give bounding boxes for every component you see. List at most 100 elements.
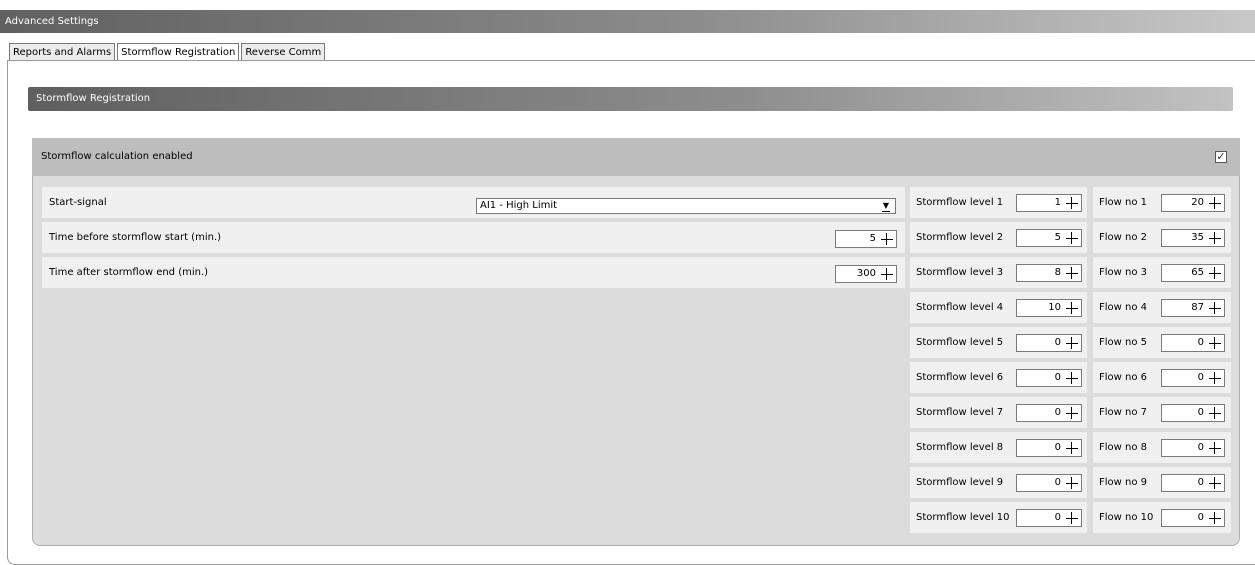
tab-reports-and-alarms[interactable]: Reports and Alarms [9,43,116,61]
flow-no-label: Flow no 6 [1099,372,1148,383]
flow-no-value: 35 [1191,232,1204,243]
stormflow-level-value: 0 [1054,337,1061,348]
flow-no-label: Flow no 10 [1099,512,1154,523]
spin-arrows-icon[interactable] [1207,371,1223,385]
spin-arrows-icon[interactable] [1207,441,1223,455]
stormflow-level-value: 0 [1054,407,1061,418]
spin-arrows-icon[interactable] [1064,231,1080,245]
spin-arrows-icon[interactable] [879,267,895,281]
spin-arrows-icon[interactable] [1207,476,1223,490]
stormflow-level-label: Stormflow level 6 [916,372,1004,383]
stormflow-level-value: 5 [1054,232,1061,243]
time-after-value: 300 [856,268,876,279]
time-after-row: Time after stormflow end (min.) [42,257,905,288]
flow-no-value: 20 [1191,197,1204,208]
spin-arrows-icon[interactable] [1207,301,1223,315]
spin-arrows-icon[interactable] [1064,301,1080,315]
stormflow-level-spinner[interactable]: 0 [1016,439,1082,457]
stormflow-level-label: Stormflow level 2 [916,232,1004,243]
stormflow-level-label: Stormflow level 5 [916,337,1004,348]
flow-no-spinner[interactable]: 35 [1161,229,1225,247]
stormflow-level-spinner[interactable]: 5 [1016,229,1082,247]
stormflow-level-spinner[interactable]: 0 [1016,474,1082,492]
time-after-spinner[interactable]: 300 [835,265,897,283]
stormflow-level-label: Stormflow level 1 [916,197,1004,208]
stormflow-level-label: Stormflow level 3 [916,267,1004,278]
flow-no-spinner[interactable]: 0 [1161,404,1225,422]
spin-arrows-icon[interactable] [879,232,895,246]
spin-arrows-icon[interactable] [1064,371,1080,385]
flow-no-label: Flow no 1 [1099,197,1148,208]
time-before-row: Time before stormflow start (min.) [42,222,905,253]
section-header: Stormflow Registration [28,87,1233,111]
flow-no-label: Flow no 3 [1099,267,1148,278]
spin-arrows-icon[interactable] [1207,406,1223,420]
spin-arrows-icon[interactable] [1064,196,1080,210]
flow-no-spinner[interactable]: 0 [1161,334,1225,352]
time-before-label: Time before stormflow start (min.) [49,232,222,243]
stormflow-level-spinner[interactable]: 0 [1016,404,1082,422]
start-signal-value: AI1 - High Limit [480,200,558,211]
flow-no-value: 0 [1197,372,1204,383]
window-title: Advanced Settings [0,10,1255,33]
stormflow-level-spinner[interactable]: 10 [1016,299,1082,317]
spin-arrows-icon[interactable] [1064,266,1080,280]
stormflow-level-value: 0 [1054,512,1061,523]
flow-no-spinner[interactable]: 20 [1161,194,1225,212]
spin-arrows-icon[interactable] [1064,441,1080,455]
time-before-value: 5 [869,233,876,244]
spin-arrows-icon[interactable] [1207,231,1223,245]
stormflow-level-value: 0 [1054,372,1061,383]
flow-no-value: 0 [1197,477,1204,488]
stormflow-level-spinner[interactable]: 0 [1016,334,1082,352]
spin-arrows-icon[interactable] [1207,266,1223,280]
spin-arrows-icon[interactable] [1064,406,1080,420]
stormflow-level-value: 0 [1054,442,1061,453]
flow-no-value: 0 [1197,407,1204,418]
flow-no-label: Flow no 9 [1099,477,1148,488]
stormflow-level-label: Stormflow level 10 [916,512,1010,523]
time-before-spinner[interactable]: 5 [835,230,897,248]
stormflow-level-label: Stormflow level 4 [916,302,1004,313]
stormflow-level-label: Stormflow level 9 [916,477,1004,488]
stormflow-level-spinner[interactable]: 0 [1016,509,1082,527]
group-header: Stormflow calculation enabled [32,138,1240,176]
spin-arrows-icon[interactable] [1207,336,1223,350]
tab-reverse-comm[interactable]: Reverse Comm [241,43,326,61]
stormflow-enabled-checkbox[interactable]: ✓ [1215,151,1227,163]
spin-arrows-icon[interactable] [1207,196,1223,210]
stormflow-level-value: 0 [1054,477,1061,488]
flow-no-value: 0 [1197,337,1204,348]
stormflow-level-value: 10 [1048,302,1061,313]
flow-no-spinner[interactable]: 87 [1161,299,1225,317]
flow-no-label: Flow no 8 [1099,442,1148,453]
spin-arrows-icon[interactable] [1064,476,1080,490]
flow-no-label: Flow no 5 [1099,337,1148,348]
flow-no-label: Flow no 7 [1099,407,1148,418]
flow-no-value: 0 [1197,442,1204,453]
flow-no-spinner[interactable]: 0 [1161,474,1225,492]
start-signal-select[interactable]: AI1 - High Limit ▼ [476,198,896,214]
chevron-down-icon[interactable]: ▼ [879,200,893,212]
spin-arrows-icon[interactable] [1064,336,1080,350]
stormflow-level-value: 8 [1054,267,1061,278]
spin-arrows-icon[interactable] [1064,511,1080,525]
flow-no-spinner[interactable]: 0 [1161,509,1225,527]
stormflow-level-value: 1 [1054,197,1061,208]
flow-no-label: Flow no 4 [1099,302,1148,313]
flow-no-value: 0 [1197,512,1204,523]
flow-no-spinner[interactable]: 65 [1161,264,1225,282]
start-signal-label: Start-signal [49,197,107,208]
stormflow-level-label: Stormflow level 7 [916,407,1004,418]
stormflow-level-spinner[interactable]: 1 [1016,194,1082,212]
stormflow-level-spinner[interactable]: 0 [1016,369,1082,387]
tab-bar: Reports and Alarms Stormflow Registratio… [9,43,327,62]
stormflow-level-spinner[interactable]: 8 [1016,264,1082,282]
flow-no-value: 65 [1191,267,1204,278]
flow-no-value: 87 [1191,302,1204,313]
flow-no-spinner[interactable]: 0 [1161,369,1225,387]
flow-no-spinner[interactable]: 0 [1161,439,1225,457]
stormflow-level-label: Stormflow level 8 [916,442,1004,453]
time-after-label: Time after stormflow end (min.) [49,267,209,278]
spin-arrows-icon[interactable] [1207,511,1223,525]
